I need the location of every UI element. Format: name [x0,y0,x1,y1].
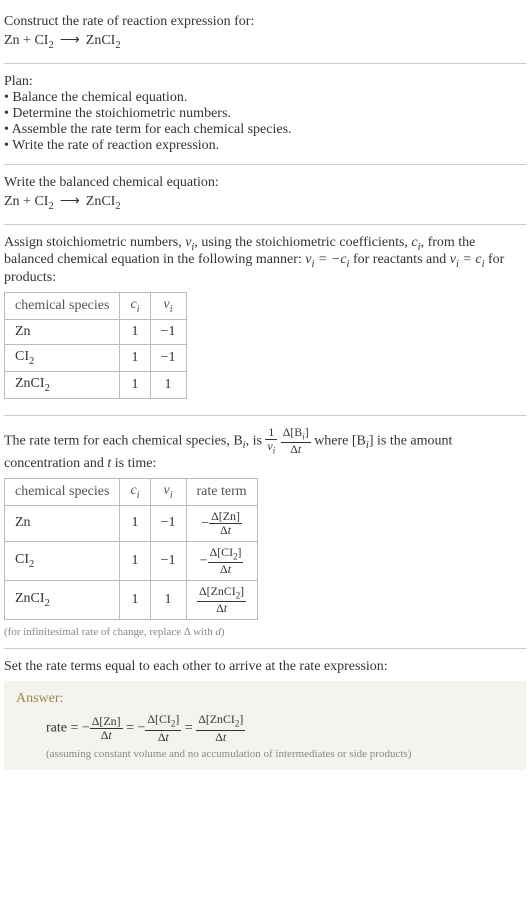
plan-item: • Determine the stoichiometric numbers. [4,106,526,122]
plan-section: Plan: • Balance the chemical equation. •… [4,68,526,160]
rateterm-note: (for infinitesimal rate of change, repla… [4,626,526,638]
header-section: Construct the rate of reaction expressio… [4,8,526,59]
plan-item: • Assemble the rate term for each chemic… [4,122,526,138]
text: Assign stoichiometric numbers, [4,235,185,250]
answer-note: (assuming constant volume and no accumul… [16,748,514,760]
text: , using the stoichiometric coefficients, [194,235,411,250]
plan-item-text: Write the rate of reaction expression. [12,138,219,153]
cell-nui: −1 [150,505,186,541]
relation: νi = −ci [305,252,349,267]
balanced-section: Write the balanced chemical equation: Zn… [4,169,526,220]
frac-one-over-nu: 1νi [265,426,277,456]
cell-rate: −Δ[CI2]Δt [186,541,257,580]
prompt-text: Construct the rate of reaction expressio… [4,14,526,30]
plan-item: • Balance the chemical equation. [4,90,526,106]
rate-label: rate = [46,721,82,736]
plan-item-text: Balance the chemical equation. [12,90,187,105]
cell-ci: 1 [120,371,150,398]
cell-ci: 1 [120,319,150,344]
rateterm-table: chemical species ci νi rate term Zn 1 −1… [4,478,258,621]
text: , is [246,433,266,448]
table-row: ZnCI2 1 1 Δ[ZnCI2]Δt [5,581,258,620]
cell-nui: −1 [150,344,186,371]
divider [4,415,526,416]
header-equation: Zn + CI2⟶ZnCI2 [4,30,526,53]
text: is time: [111,456,156,471]
cell-species: Zn [5,319,120,344]
col-species: chemical species [5,293,120,320]
divider [4,63,526,64]
final-section: Set the rate terms equal to each other t… [4,653,526,775]
cell-species: ZnCI2 [5,371,120,398]
stoich-intro: Assign stoichiometric numbers, νi, using… [4,235,526,287]
c-i: ci [411,235,420,250]
table-row: ZnCI2 1 1 [5,371,187,398]
balanced-title: Write the balanced chemical equation: [4,175,526,191]
table-row: CI2 1 −1 −Δ[CI2]Δt [5,541,258,580]
rateterm-section: The rate term for each chemical species,… [4,420,526,645]
balanced-equation: Zn + CI2⟶ZnCI2 [4,191,526,214]
col-nui: νi [150,293,186,320]
col-species: chemical species [5,478,120,505]
divider [4,164,526,165]
text: The rate term for each chemical species,… [4,433,243,448]
divider [4,224,526,225]
plan-item-text: Assemble the rate term for each chemical… [12,122,292,137]
cell-ci: 1 [120,505,150,541]
cell-species: Zn [5,505,120,541]
answer-rate-expression: rate = −Δ[Zn]Δt = −Δ[CI2]Δt = Δ[ZnCI2]Δt [16,713,514,743]
table-row: Zn 1 −1 −Δ[Zn]Δt [5,505,258,541]
col-ci: ci [120,293,150,320]
answer-label: Answer: [16,691,514,707]
cell-nui: −1 [150,319,186,344]
nu-i: νi [185,235,194,250]
frac-dBi-dt: Δ[Bi]Δt [281,426,311,456]
divider [4,648,526,649]
cell-ci: 1 [120,344,150,371]
relation: νi = ci [450,252,485,267]
table-row: CI2 1 −1 [5,344,187,371]
table-header-row: chemical species ci νi rate term [5,478,258,505]
plan-item-text: Determine the stoichiometric numbers. [12,106,231,121]
text: where [B [314,433,366,448]
stoich-table: chemical species ci νi Zn 1 −1 CI2 1 −1 … [4,292,187,398]
cell-nui: 1 [150,371,186,398]
final-title: Set the rate terms equal to each other t… [4,659,526,675]
stoich-section: Assign stoichiometric numbers, νi, using… [4,229,526,411]
cell-species: CI2 [5,344,120,371]
cell-nui: −1 [150,541,186,580]
table-row: Zn 1 −1 [5,319,187,344]
cell-rate: −Δ[Zn]Δt [186,505,257,541]
table-header-row: chemical species ci νi [5,293,187,320]
cell-species: CI2 [5,541,120,580]
cell-ci: 1 [120,541,150,580]
col-rate: rate term [186,478,257,505]
text: for reactants and [349,252,449,267]
col-nui: νi [150,478,186,505]
answer-box: Answer: rate = −Δ[Zn]Δt = −Δ[CI2]Δt = Δ[… [4,681,526,769]
cell-species: ZnCI2 [5,581,120,620]
cell-nui: 1 [150,581,186,620]
cell-rate: Δ[ZnCI2]Δt [186,581,257,620]
plan-item: • Write the rate of reaction expression. [4,138,526,154]
rateterm-intro: The rate term for each chemical species,… [4,426,526,472]
cell-ci: 1 [120,581,150,620]
col-ci: ci [120,478,150,505]
plan-title: Plan: [4,74,526,90]
